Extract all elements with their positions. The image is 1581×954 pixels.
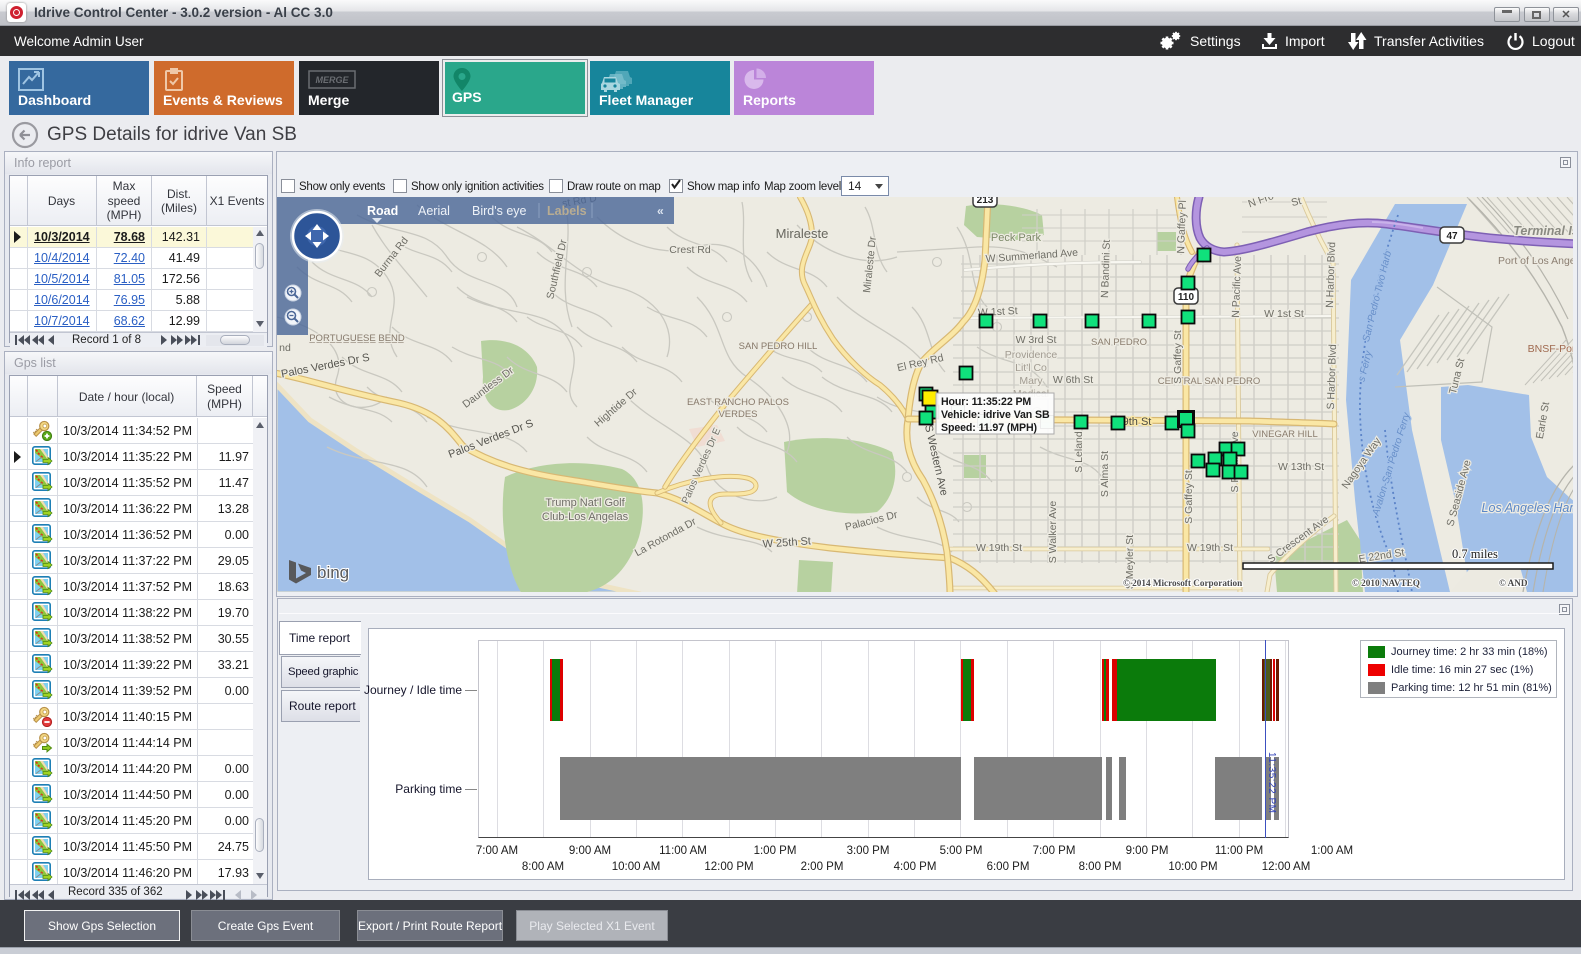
svg-text:S Harbor Blvd: S Harbor Blvd <box>1325 344 1339 410</box>
svg-text:W 6th St: W 6th St <box>1053 374 1093 386</box>
svg-text:9th St: 9th St <box>1123 416 1152 428</box>
svg-text:SAN PEDRO HILL: SAN PEDRO HILL <box>739 341 818 352</box>
svg-text:S Walker Ave: S Walker Ave <box>1047 501 1059 564</box>
svg-text:Providence: Providence <box>1005 349 1058 361</box>
svg-text:Trump Nat'l Golf: Trump Nat'l Golf <box>545 497 625 509</box>
svg-text:N Bandini St: N Bandini St <box>1099 239 1113 298</box>
svg-text:SAN PEDRO: SAN PEDRO <box>1091 337 1147 348</box>
svg-text:Vehicle: idrive Van SB: Vehicle: idrive Van SB <box>941 409 1050 421</box>
svg-text:S Gaffey St: S Gaffey St <box>1183 470 1195 524</box>
svg-text:Peck Park: Peck Park <box>991 232 1042 244</box>
svg-text:Crest Rd: Crest Rd <box>669 244 711 256</box>
svg-text:Speed: 11.97 (MPH): Speed: 11.97 (MPH) <box>941 422 1037 434</box>
svg-text:47: 47 <box>1446 231 1458 242</box>
svg-text:W 13th St: W 13th St <box>1278 461 1324 473</box>
svg-text:0.7 miles: 0.7 miles <box>1452 547 1498 561</box>
svg-text:nd: nd <box>279 342 291 354</box>
svg-text:W 1st St: W 1st St <box>1264 308 1304 320</box>
svg-text:N Gaffey Pl: N Gaffey Pl <box>1175 200 1189 254</box>
svg-text:Miraleste: Miraleste <box>776 226 829 241</box>
svg-text:S Leland: S Leland <box>1073 431 1085 473</box>
svg-text:W 3rd St: W 3rd St <box>1016 334 1057 346</box>
svg-text:P̲O̲R̲T̲U̲G̲U̲E̲S̲E̲ B̲E̲N̲D̲: P̲O̲R̲T̲U̲G̲U̲E̲S̲E̲ B̲E̲N̲D̲ <box>309 333 405 344</box>
svg-text:N Harbor Blvd: N Harbor Blvd <box>1324 242 1338 308</box>
svg-text:Mary: Mary <box>1019 375 1043 387</box>
svg-text:W 19th St: W 19th St <box>976 542 1022 554</box>
svg-text:Lit'l Co: Lit'l Co <box>1015 362 1047 374</box>
svg-text:N Pacific Ave: N Pacific Ave <box>1230 256 1244 318</box>
svg-text:MERGE: MERGE <box>315 75 349 85</box>
svg-text:VINEGAR HILL: VINEGAR HILL <box>1252 429 1317 440</box>
svg-text:110: 110 <box>1178 292 1195 303</box>
svg-text:BNSF-Port: BNSF-Port <box>1528 343 1573 355</box>
svg-text:Port of Los Angel: Port of Los Angel <box>1498 255 1573 267</box>
svg-text:S Gaffey St: S Gaffey St <box>1172 330 1184 384</box>
svg-text:W 19th St: W 19th St <box>1187 542 1233 554</box>
svg-text:EAST RANCHO PALOS: EAST RANCHO PALOS <box>687 397 789 408</box>
svg-text:S Alma St: S Alma St <box>1099 451 1111 497</box>
svg-text:bing: bing <box>317 563 349 582</box>
svg-text:VERDES: VERDES <box>718 409 757 420</box>
svg-text:© 2010 NAVTEQ: © 2010 NAVTEQ <box>1352 578 1420 588</box>
svg-text:Road: Road <box>367 204 398 218</box>
svg-text:Terminal Is: Terminal Is <box>1513 224 1573 238</box>
svg-text:«: « <box>657 204 664 218</box>
svg-text:Club-Los Angelas: Club-Los Angelas <box>542 511 629 523</box>
svg-text:© 2014 Microsoft Corporation: © 2014 Microsoft Corporation <box>1123 578 1242 588</box>
svg-text:Hour: 11:35:22 PM: Hour: 11:35:22 PM <box>941 396 1031 408</box>
svg-text:Aerial: Aerial <box>418 204 450 218</box>
svg-text:Los Angeles Harb: Los Angeles Harb <box>1482 501 1573 515</box>
svg-text:213: 213 <box>977 197 994 206</box>
svg-text:© AND: © AND <box>1499 578 1528 588</box>
svg-text:Bird's eye: Bird's eye <box>472 204 527 218</box>
svg-text:Labels: Labels <box>547 204 587 218</box>
